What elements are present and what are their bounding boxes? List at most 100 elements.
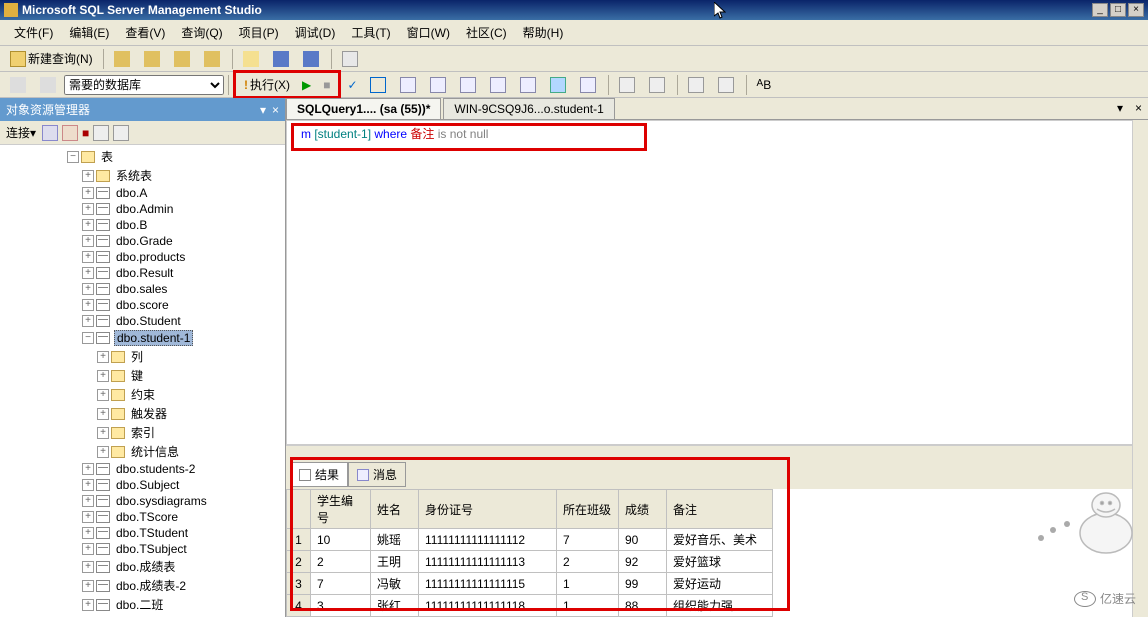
cell[interactable]: 11111111111111118 [419, 595, 557, 617]
cell[interactable]: 王明 [371, 551, 419, 573]
collapse-icon[interactable]: − [82, 332, 94, 344]
cell[interactable]: 3 [311, 595, 371, 617]
expand-icon[interactable]: + [82, 315, 94, 327]
expand-icon[interactable]: + [82, 543, 94, 555]
tree-statistics-folder[interactable]: +统计信息 [2, 442, 283, 461]
cell[interactable]: 99 [619, 573, 667, 595]
menu-view[interactable]: 查看(V) [117, 22, 173, 43]
comment-button[interactable] [614, 74, 642, 96]
tbtn-4[interactable] [199, 48, 227, 70]
filter-icon[interactable] [93, 125, 109, 141]
data-row[interactable]: 110姚瑶11111111111111112790爱好音乐、美术 [287, 529, 773, 551]
expand-icon[interactable]: + [82, 251, 94, 263]
expand-icon[interactable]: + [97, 351, 109, 363]
execute-button[interactable]: ! 执行(X) [239, 73, 295, 96]
disconnect-icon[interactable] [62, 125, 78, 141]
results-grid[interactable]: 学生编号 姓名 身份证号 所在班级 成绩 备注 110姚瑶11111111111… [286, 489, 1148, 617]
expand-icon[interactable]: + [82, 187, 94, 199]
collapse-icon[interactable]: − [67, 151, 79, 163]
restore-button[interactable]: □ [1110, 3, 1126, 17]
data-row[interactable]: 22王明11111111111111113292爱好篮球 [287, 551, 773, 573]
cell[interactable]: 11111111111111113 [419, 551, 557, 573]
tree-table[interactable]: +dbo.TScore [2, 509, 283, 525]
cell[interactable]: 10 [311, 529, 371, 551]
menu-project[interactable]: 项目(P) [231, 22, 287, 43]
cell[interactable]: 7 [557, 529, 619, 551]
tab-close-button[interactable]: × [1129, 98, 1148, 119]
row-number[interactable]: 2 [287, 551, 311, 573]
tree-table[interactable]: +dbo.成绩表 [2, 557, 283, 576]
expand-icon[interactable]: + [82, 463, 94, 475]
row-number[interactable]: 1 [287, 529, 311, 551]
results-tab[interactable]: 结果 [290, 462, 348, 487]
database-select[interactable]: 需要的数据库 [64, 75, 224, 95]
tbtn-conn1[interactable] [5, 74, 33, 96]
menu-file[interactable]: 文件(F) [6, 22, 61, 43]
tree-table[interactable]: +dbo.Grade [2, 233, 283, 249]
cell[interactable]: 7 [311, 573, 371, 595]
parse-button[interactable]: ✓ [342, 75, 362, 95]
save-button[interactable] [268, 48, 296, 70]
cell[interactable]: 11111111111111115 [419, 573, 557, 595]
cell[interactable]: 爱好运动 [667, 573, 773, 595]
tbtn-q8[interactable] [575, 74, 603, 96]
expand-icon[interactable]: + [82, 580, 94, 592]
tree-system-tables[interactable]: +系统表 [2, 166, 283, 185]
cell[interactable]: 90 [619, 529, 667, 551]
activity-button[interactable] [337, 48, 365, 70]
expand-icon[interactable]: + [82, 203, 94, 215]
stop-button[interactable]: ■ [318, 75, 335, 95]
tbtn-1[interactable] [109, 48, 137, 70]
uncomment-button[interactable] [644, 74, 672, 96]
indent-button[interactable] [683, 74, 711, 96]
connect-icon[interactable] [42, 125, 58, 141]
menu-debug[interactable]: 调试(D) [287, 22, 344, 43]
tree-table[interactable]: +dbo.Subject [2, 477, 283, 493]
outdent-button[interactable] [713, 74, 741, 96]
tree-table[interactable]: +dbo.成绩表-2 [2, 576, 283, 595]
expand-icon[interactable]: + [82, 527, 94, 539]
col-header[interactable]: 成绩 [619, 490, 667, 529]
menu-window[interactable]: 窗口(W) [399, 22, 458, 43]
corner-cell[interactable] [287, 490, 311, 529]
panel-close-button[interactable]: × [272, 103, 279, 117]
tbtn-q7[interactable] [545, 74, 573, 96]
tbtn-q6[interactable] [515, 74, 543, 96]
object-tree[interactable]: −表 +系统表 +dbo.A +dbo.Admin +dbo.B +dbo.Gr… [0, 145, 285, 617]
cell[interactable]: 1 [557, 573, 619, 595]
expand-icon[interactable]: + [97, 408, 109, 420]
tbtn-q3[interactable] [425, 74, 453, 96]
tree-table[interactable]: +dbo.二班 [2, 595, 283, 614]
tree-table[interactable]: +dbo.products [2, 249, 283, 265]
tree-keys-folder[interactable]: +键 [2, 366, 283, 385]
expand-icon[interactable]: + [82, 235, 94, 247]
tree-table[interactable]: +dbo.score [2, 297, 283, 313]
stop-icon[interactable]: ■ [82, 126, 89, 140]
tbtn-q2[interactable] [395, 74, 423, 96]
cell[interactable]: 1 [557, 595, 619, 617]
col-header[interactable]: 学生编号 [311, 490, 371, 529]
col-header[interactable]: 备注 [667, 490, 773, 529]
open-button[interactable] [238, 48, 266, 70]
tree-table[interactable]: +dbo.TSubject [2, 541, 283, 557]
expand-icon[interactable]: + [82, 267, 94, 279]
expand-icon[interactable]: + [97, 370, 109, 382]
tree-columns-folder[interactable]: +列 [2, 347, 283, 366]
expand-icon[interactable]: + [82, 219, 94, 231]
tab-dropdown-button[interactable]: ▾ [1111, 98, 1129, 119]
refresh-icon[interactable] [113, 125, 129, 141]
tbtn-2[interactable] [139, 48, 167, 70]
menu-edit[interactable]: 编辑(E) [61, 22, 117, 43]
cell[interactable]: 组织能力强 [667, 595, 773, 617]
tree-table[interactable]: +dbo.Student [2, 313, 283, 329]
menu-community[interactable]: 社区(C) [458, 22, 515, 43]
tree-indexes-folder[interactable]: +索引 [2, 423, 283, 442]
tree-table[interactable]: +dbo.students-2 [2, 461, 283, 477]
minimize-button[interactable]: _ [1092, 3, 1108, 17]
cell[interactable]: 爱好音乐、美术 [667, 529, 773, 551]
tbtn-q4[interactable] [455, 74, 483, 96]
tab-inactive[interactable]: WIN-9CSQ9J6...o.student-1 [443, 98, 614, 119]
tree-table-student1[interactable]: −dbo.student-1 [2, 329, 283, 347]
cell[interactable]: 姚瑶 [371, 529, 419, 551]
tab-active[interactable]: SQLQuery1.... (sa (55))* [286, 98, 441, 119]
